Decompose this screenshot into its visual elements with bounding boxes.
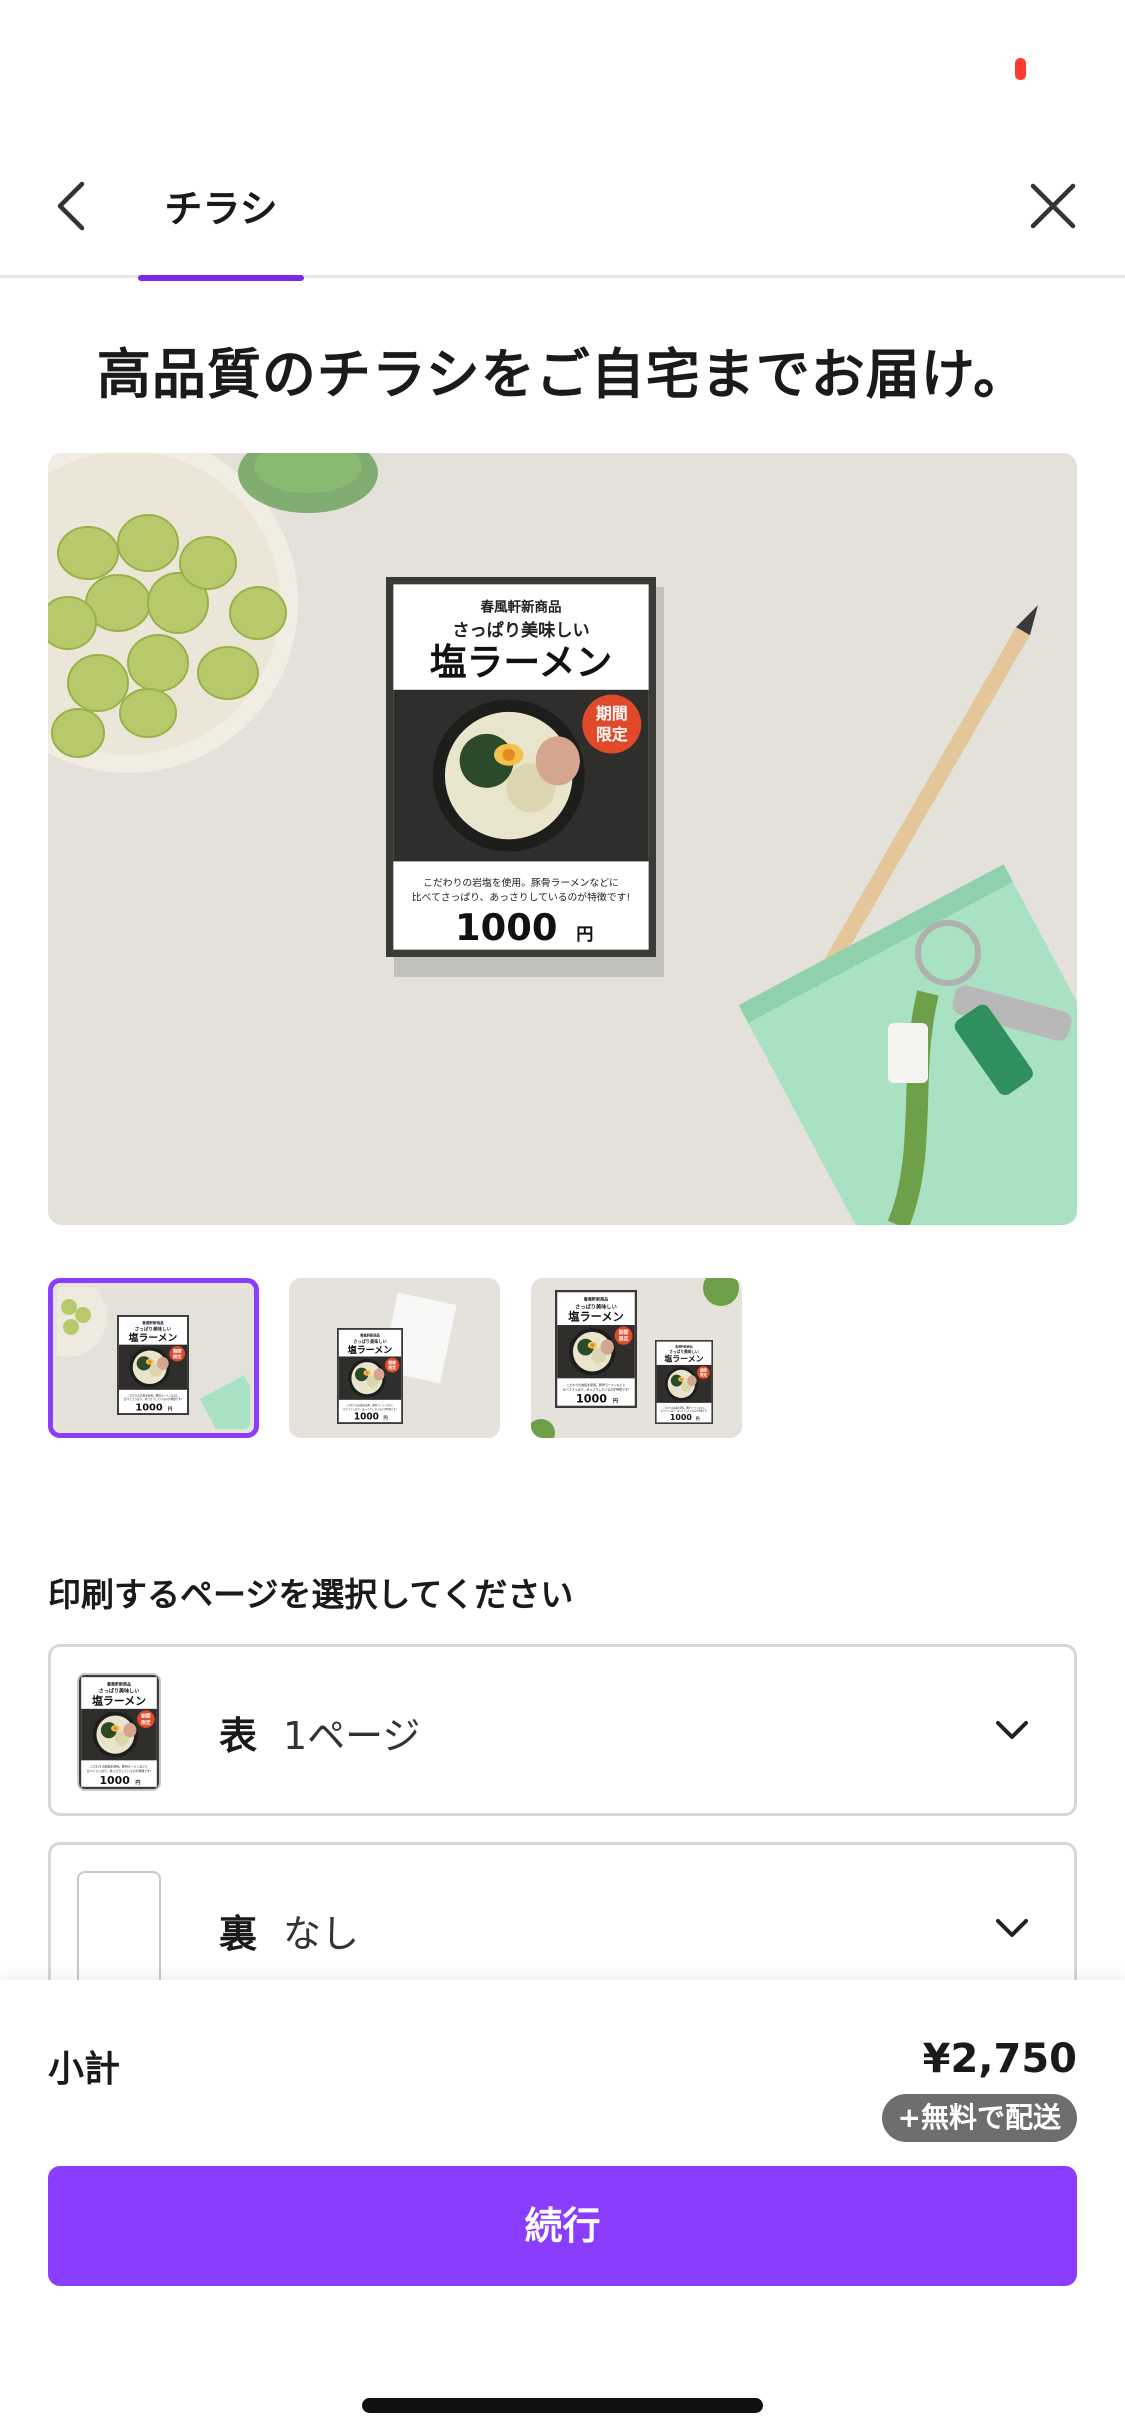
- free-shipping-badge: +無料で配送: [881, 2094, 1077, 2142]
- subtotal-price: ¥2,750: [922, 2036, 1077, 2082]
- chevron-down-icon: [996, 1721, 1028, 1739]
- front-page-count: 1ページ: [283, 1714, 421, 1758]
- front-page-thumbnail: [77, 1673, 161, 1791]
- continue-button[interactable]: 続行: [48, 2166, 1077, 2286]
- chevron-down-icon: [996, 1919, 1028, 1937]
- checkout-panel: 小計 ¥2,750 +無料で配送 続行: [0, 1980, 1125, 2436]
- subtotal-label: 小計: [48, 2049, 121, 2090]
- home-indicator: [362, 2398, 763, 2413]
- back-side-label: 裏: [219, 1912, 258, 1956]
- thumbnail-1[interactable]: [48, 1278, 259, 1438]
- close-button[interactable]: [1025, 176, 1081, 236]
- chevron-left-icon: [57, 181, 85, 231]
- back-page-count: なし: [283, 1912, 360, 1956]
- close-icon: [1030, 183, 1076, 229]
- tab-active-indicator: [138, 275, 304, 281]
- tab-flyer-label: チラシ: [164, 187, 278, 231]
- tab-flyer[interactable]: チラシ: [138, 150, 304, 281]
- product-preview-image: [48, 453, 1077, 1225]
- front-page-select[interactable]: 表 1ページ: [48, 1644, 1077, 1816]
- thumbnail-3[interactable]: [531, 1278, 742, 1438]
- back-button[interactable]: [48, 176, 96, 236]
- page-headline: 高品質のチラシをご自宅までお届け。: [96, 343, 1029, 406]
- recording-indicator: [1015, 58, 1026, 80]
- front-side-label: 表: [219, 1714, 258, 1758]
- thumbnail-2[interactable]: [289, 1278, 500, 1438]
- top-navigation-bar: チラシ: [0, 150, 1125, 281]
- print-pages-label: 印刷するページを選択してください: [48, 1575, 574, 1614]
- back-page-thumbnail: [77, 1871, 161, 1989]
